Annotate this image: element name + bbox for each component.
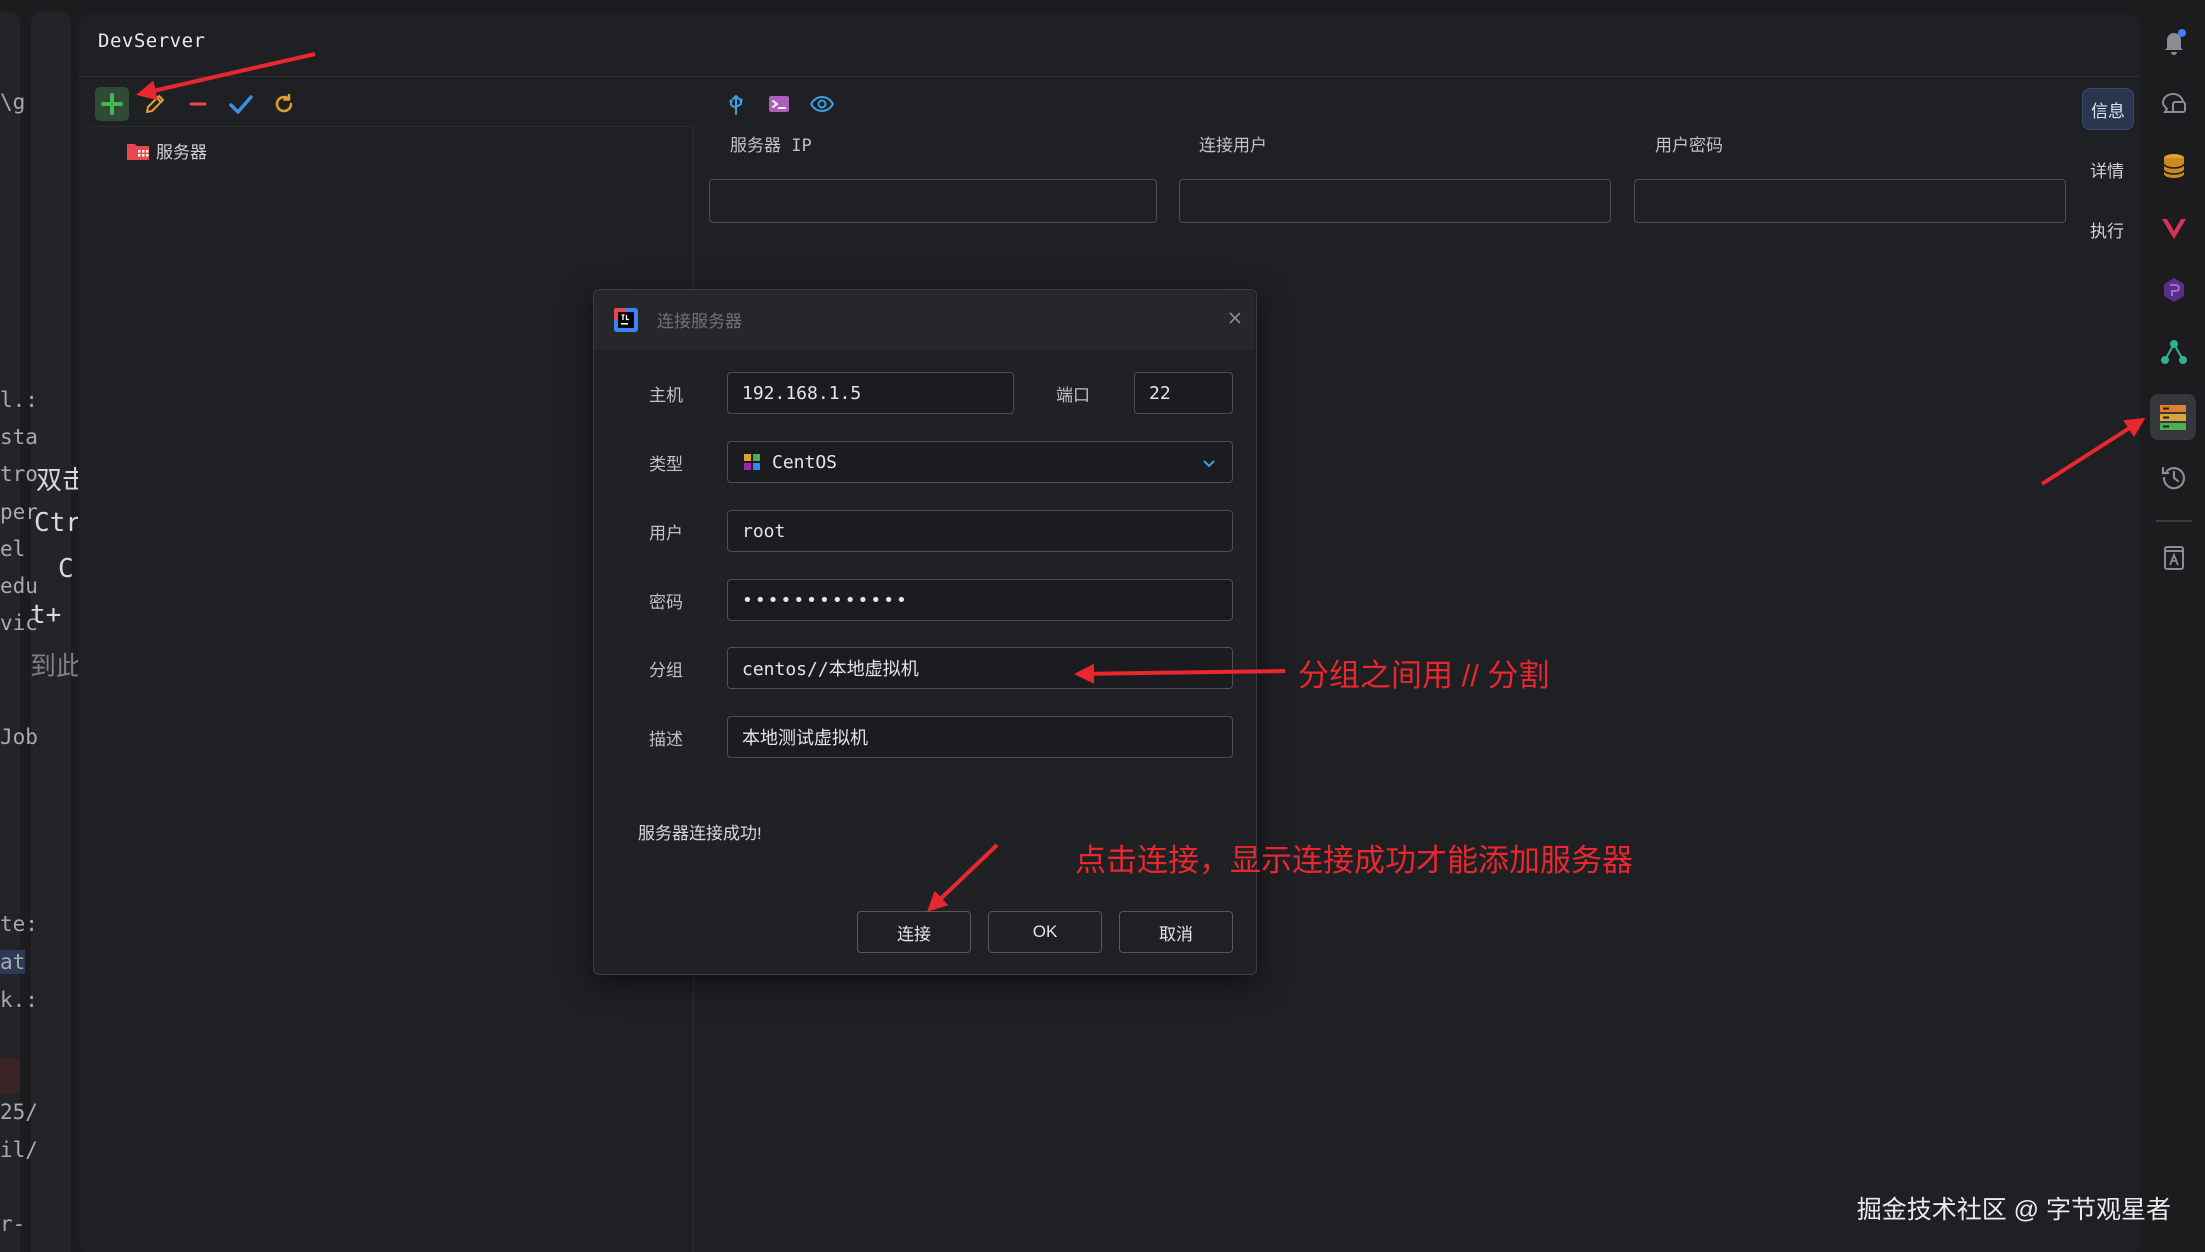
remove-server-button[interactable] bbox=[181, 87, 215, 121]
password-input[interactable]: ••••••••••••• bbox=[727, 579, 1233, 621]
vue-icon bbox=[2162, 219, 2186, 239]
server-ip-field[interactable] bbox=[709, 179, 1157, 223]
background-text: per bbox=[0, 500, 38, 524]
close-icon bbox=[1229, 312, 1241, 324]
connect-first-annotation: 点击连接，显示连接成功才能添加服务器 bbox=[1075, 843, 1633, 878]
refresh-button[interactable] bbox=[267, 87, 301, 121]
background-text: \g bbox=[0, 90, 26, 114]
notifications-button[interactable] bbox=[2156, 24, 2192, 60]
database-button[interactable] bbox=[2156, 148, 2192, 184]
background-text: 到此 bbox=[30, 651, 83, 681]
background-text: at bbox=[0, 950, 26, 974]
password-label: 密码 bbox=[649, 593, 683, 612]
server-rack-icon bbox=[2160, 405, 2186, 430]
user-label: 用户 bbox=[649, 524, 683, 543]
description-input[interactable]: 本地测试虚拟机 bbox=[727, 716, 1233, 758]
column-header-password: 用户密码 bbox=[1655, 136, 1723, 155]
pencil-icon bbox=[146, 95, 164, 113]
centos-icon bbox=[744, 454, 760, 470]
tree-item-servers[interactable]: 服务器 bbox=[126, 138, 207, 163]
terminal-icon bbox=[769, 96, 789, 112]
type-label: 类型 bbox=[649, 455, 683, 474]
background-highlight bbox=[0, 1058, 20, 1094]
usb-button[interactable] bbox=[719, 87, 753, 121]
history-button[interactable] bbox=[2156, 460, 2192, 496]
dialog-close-button[interactable] bbox=[1222, 305, 1248, 331]
background-text: t+ bbox=[30, 600, 62, 630]
panel-title: DevServer bbox=[98, 30, 206, 52]
type-select[interactable]: CentOS bbox=[727, 441, 1233, 483]
port-input[interactable]: 22 bbox=[1134, 372, 1233, 414]
divider bbox=[78, 76, 2140, 77]
right-tool-bar bbox=[2140, 0, 2205, 1252]
intellij-logo-icon bbox=[613, 307, 639, 338]
tab-execute[interactable]: 执行 bbox=[2082, 209, 2132, 249]
divider bbox=[92, 126, 693, 127]
refresh-icon bbox=[275, 93, 293, 113]
user-input[interactable]: root bbox=[727, 510, 1233, 552]
divider bbox=[2156, 520, 2192, 522]
view-button[interactable] bbox=[805, 87, 839, 121]
background-text: sta bbox=[0, 425, 38, 449]
server-folder-icon bbox=[127, 143, 149, 160]
dictionary-icon bbox=[2164, 546, 2184, 570]
check-icon bbox=[229, 95, 253, 114]
confirm-button[interactable] bbox=[224, 87, 258, 121]
chat-icon bbox=[2161, 92, 2186, 113]
terminal-button[interactable] bbox=[762, 87, 796, 121]
plus-icon bbox=[101, 93, 123, 115]
background-text: Job bbox=[0, 725, 38, 749]
user-password-field[interactable] bbox=[1634, 179, 2066, 223]
tab-details[interactable]: 详情 bbox=[2082, 149, 2132, 189]
graph-icon bbox=[2161, 340, 2187, 364]
host-input[interactable]: 192.168.1.5 bbox=[727, 372, 1014, 414]
plugin-button[interactable] bbox=[2156, 272, 2192, 308]
connect-button[interactable]: 连接 bbox=[857, 911, 971, 953]
graph-button[interactable] bbox=[2156, 334, 2192, 370]
background-text: 25/ bbox=[0, 1100, 38, 1124]
type-select-value: CentOS bbox=[772, 451, 838, 473]
minus-icon bbox=[189, 102, 207, 106]
ai-chat-button[interactable] bbox=[2156, 86, 2192, 122]
devserver-tool-button[interactable] bbox=[2150, 394, 2196, 440]
dialog-title: 连接服务器 bbox=[657, 312, 742, 331]
watermark: 掘金技术社区 @ 字节观星者 bbox=[1856, 1196, 2171, 1224]
port-label: 端口 bbox=[1056, 386, 1090, 405]
translate-button[interactable] bbox=[2156, 540, 2192, 576]
edit-server-button[interactable] bbox=[138, 87, 172, 121]
connect-user-field[interactable] bbox=[1179, 179, 1611, 223]
eye-icon bbox=[809, 95, 835, 113]
background-text: k.: bbox=[0, 988, 38, 1012]
tree-item-label: 服务器 bbox=[156, 143, 207, 162]
bell-icon bbox=[2165, 29, 2186, 55]
host-label: 主机 bbox=[649, 386, 683, 405]
background-text: tro bbox=[0, 462, 38, 486]
group-label: 分组 bbox=[649, 661, 683, 680]
group-separator-annotation: 分组之间用 // 分割 bbox=[1298, 658, 1550, 693]
column-header-user: 连接用户 bbox=[1199, 136, 1267, 155]
background-text: te: bbox=[0, 912, 38, 936]
background-text: l.: bbox=[0, 388, 38, 412]
tab-info[interactable]: 信息 bbox=[2082, 88, 2134, 130]
hexagon-icon bbox=[2164, 278, 2184, 302]
connection-status: 服务器连接成功! bbox=[638, 824, 762, 843]
cancel-button[interactable]: 取消 bbox=[1119, 911, 1233, 953]
vue-button[interactable] bbox=[2156, 210, 2192, 246]
background-text: edu bbox=[0, 574, 38, 598]
add-server-button[interactable] bbox=[95, 87, 129, 121]
usb-icon bbox=[729, 95, 743, 115]
group-input[interactable]: centos//本地虚拟机 bbox=[727, 647, 1233, 689]
description-label: 描述 bbox=[649, 730, 683, 749]
background-text: el bbox=[0, 537, 26, 561]
background-text: r- bbox=[0, 1212, 26, 1236]
history-icon bbox=[2161, 466, 2186, 490]
column-header-ip: 服务器 IP bbox=[730, 136, 812, 156]
background-text: il/ bbox=[0, 1138, 38, 1162]
background-text: C bbox=[58, 554, 74, 584]
chevron-down-icon bbox=[1203, 460, 1215, 468]
ok-button[interactable]: OK bbox=[988, 911, 1102, 953]
database-icon bbox=[2163, 154, 2185, 178]
